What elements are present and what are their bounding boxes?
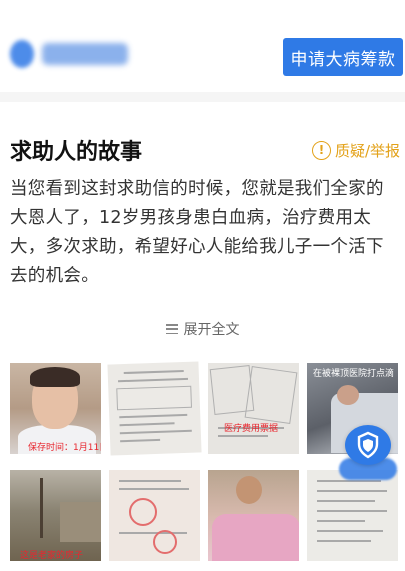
photo-boy-portrait[interactable]: 保存时间：1月11日 [10,363,101,454]
story-header: 求助人的故事 ! 质疑/举报 [10,136,400,165]
story-title: 求助人的故事 [10,140,143,165]
expand-label: 展开全文 [183,322,240,338]
section-divider [0,92,405,102]
photo-medical-receipts[interactable]: 医疗费用票据 [208,363,299,454]
shield-icon [345,425,391,465]
report-link[interactable]: ! 质疑/举报 [311,140,400,161]
top-bar: 申请大病筹款 [0,0,405,92]
photo-caption: 医疗费用票据 [224,424,279,434]
photo-boy-in-bed[interactable] [208,470,299,561]
report-label: 质疑/举报 [334,141,400,160]
apply-fundraising-button[interactable]: 申请大病筹款 [283,38,403,76]
brand[interactable] [10,34,128,74]
warning-icon: ! [311,140,331,160]
floating-shield-badge[interactable] [339,425,397,495]
brand-logo-icon [10,40,34,68]
menu-lines-icon [165,324,178,334]
photo-certificate[interactable] [109,470,200,561]
photo-family-house[interactable]: 这是老家的房子 [10,470,101,561]
photo-caption: 在被裸顶医院打点滴 [313,369,395,379]
expand-full-text[interactable]: 展开全文 [0,318,405,340]
photo-medical-document[interactable] [107,361,202,456]
story-text: 当您看到这封求助信的时候，您就是我们全家的大恩人了，12岁男孩身患白血病，治疗费… [10,179,384,286]
photo-caption: 保存时间：1月11日 [28,443,101,453]
photo-caption: 这是老家的房子 [20,551,84,561]
brand-name-blurred [42,43,128,65]
